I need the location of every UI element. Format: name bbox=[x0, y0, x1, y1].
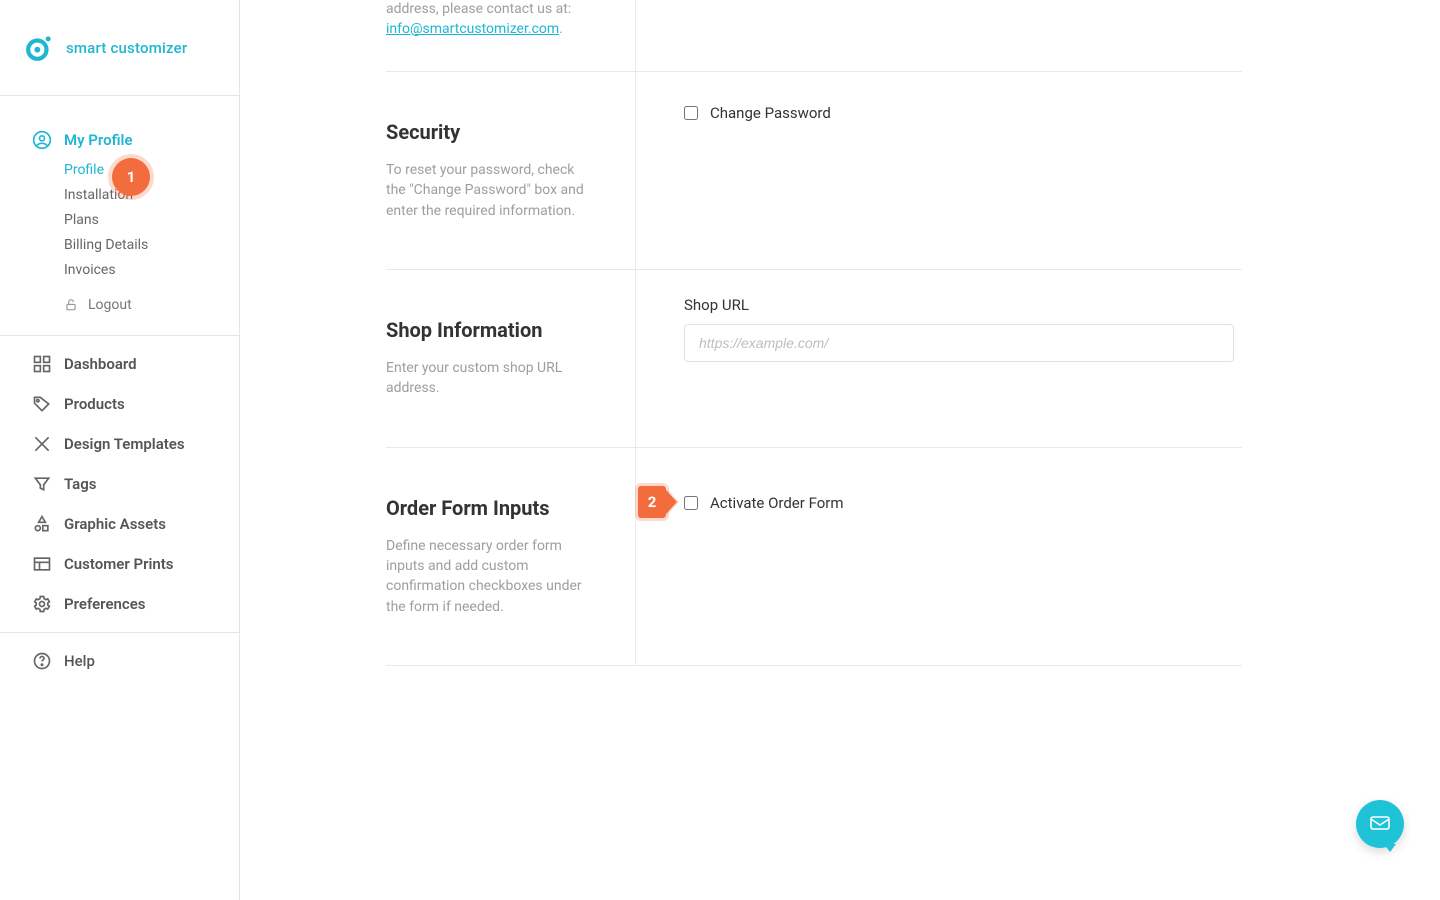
change-password-checkbox[interactable] bbox=[684, 106, 698, 120]
sidebar-item-customer-prints[interactable]: Customer Prints bbox=[0, 544, 239, 584]
sidebar-sub-installation[interactable]: Installation bbox=[64, 187, 239, 203]
section-right-order: Activate Order Form bbox=[636, 448, 1242, 665]
section-left-order: Order Form Inputs Define necessary order… bbox=[386, 448, 636, 665]
sidebar-item-my-profile[interactable]: My Profile bbox=[0, 120, 239, 160]
contact-email-link[interactable]: info@smartcustomizer.com bbox=[386, 21, 559, 37]
sidebar-item-label: My Profile bbox=[64, 131, 133, 149]
tag-icon bbox=[32, 394, 52, 414]
gear-icon bbox=[32, 594, 52, 614]
sidebar-item-label: Design Templates bbox=[64, 435, 185, 453]
chat-bubble-button[interactable] bbox=[1356, 800, 1404, 848]
sidebar: smart customizer My Profile Profile Inst… bbox=[0, 0, 240, 900]
section-contact-partial: address, please contact us at: info@smar… bbox=[386, 0, 1242, 71]
nav-divider bbox=[0, 632, 239, 633]
sidebar-item-label: Help bbox=[64, 652, 95, 670]
section-security: Security To reset your password, check t… bbox=[386, 72, 1242, 269]
section-shop: Shop Information Enter your custom shop … bbox=[386, 270, 1242, 447]
layout-icon bbox=[32, 554, 52, 574]
lock-open-icon bbox=[64, 298, 78, 312]
dashboard-icon bbox=[32, 354, 52, 374]
step-badge-2: 2 bbox=[638, 486, 677, 518]
divider bbox=[386, 665, 1242, 666]
nav: My Profile Profile Installation Plans Bi… bbox=[0, 96, 239, 900]
sidebar-item-graphic-assets[interactable]: Graphic Assets bbox=[0, 504, 239, 544]
sidebar-item-dashboard[interactable]: Dashboard bbox=[0, 344, 239, 384]
sidebar-item-label: Dashboard bbox=[64, 355, 137, 373]
activate-order-label: Activate Order Form bbox=[710, 494, 844, 512]
section-right-contact bbox=[636, 0, 1242, 71]
sidebar-item-label: Customer Prints bbox=[64, 555, 174, 573]
sidebar-item-label: Preferences bbox=[64, 595, 146, 613]
section-left-security: Security To reset your password, check t… bbox=[386, 72, 636, 269]
brand-name: smart customizer bbox=[66, 39, 187, 57]
logo-area: smart customizer bbox=[0, 0, 239, 96]
sidebar-item-label: Products bbox=[64, 395, 125, 413]
sidebar-item-design-templates[interactable]: Design Templates bbox=[0, 424, 239, 464]
section-order: 2 Order Form Inputs Define necessary ord… bbox=[386, 448, 1242, 665]
sidebar-item-preferences[interactable]: Preferences bbox=[0, 584, 239, 624]
sidebar-sub-billing[interactable]: Billing Details bbox=[64, 237, 239, 253]
order-title: Order Form Inputs bbox=[386, 496, 585, 520]
sidebar-sub-plans[interactable]: Plans bbox=[64, 212, 239, 228]
section-right-shop: Shop URL bbox=[636, 270, 1242, 447]
activate-order-checkbox[interactable] bbox=[684, 496, 698, 510]
shapes-icon bbox=[32, 514, 52, 534]
contact-desc: address, please contact us at: info@smar… bbox=[386, 0, 585, 39]
step-badge-1: 1 bbox=[112, 158, 150, 196]
sidebar-sub-profile[interactable]: Profile bbox=[64, 162, 239, 178]
section-left-contact: address, please contact us at: info@smar… bbox=[386, 0, 636, 71]
shop-url-input[interactable] bbox=[684, 324, 1234, 362]
order-desc: Define necessary order form inputs and a… bbox=[386, 536, 585, 617]
security-title: Security bbox=[386, 120, 585, 144]
sidebar-item-label: Graphic Assets bbox=[64, 515, 166, 533]
content-inner: address, please contact us at: info@smar… bbox=[288, 0, 1288, 666]
section-right-security: Change Password bbox=[636, 72, 1242, 269]
change-password-label: Change Password bbox=[710, 104, 831, 122]
sidebar-item-tags[interactable]: Tags bbox=[0, 464, 239, 504]
sidebar-item-help[interactable]: Help bbox=[0, 641, 239, 681]
shop-desc: Enter your custom shop URL address. bbox=[386, 358, 585, 399]
security-desc: To reset your password, check the "Chang… bbox=[386, 160, 585, 221]
activate-order-row[interactable]: Activate Order Form bbox=[684, 494, 1242, 512]
brand-logo-icon bbox=[24, 33, 54, 63]
sidebar-item-label: Tags bbox=[64, 475, 97, 493]
filter-icon bbox=[32, 474, 52, 494]
help-icon bbox=[32, 651, 52, 671]
sidebar-sub-invoices[interactable]: Invoices bbox=[64, 262, 239, 278]
content: address, please contact us at: info@smar… bbox=[240, 0, 1440, 900]
shop-url-label: Shop URL bbox=[684, 296, 1242, 314]
shop-title: Shop Information bbox=[386, 318, 585, 342]
nav-divider bbox=[0, 335, 239, 336]
change-password-row[interactable]: Change Password bbox=[684, 104, 1242, 122]
section-left-shop: Shop Information Enter your custom shop … bbox=[386, 270, 636, 447]
sidebar-item-products[interactable]: Products bbox=[0, 384, 239, 424]
sidebar-sub-logout[interactable]: Logout bbox=[64, 297, 239, 313]
templates-icon bbox=[32, 434, 52, 454]
user-circle-icon bbox=[32, 130, 52, 150]
